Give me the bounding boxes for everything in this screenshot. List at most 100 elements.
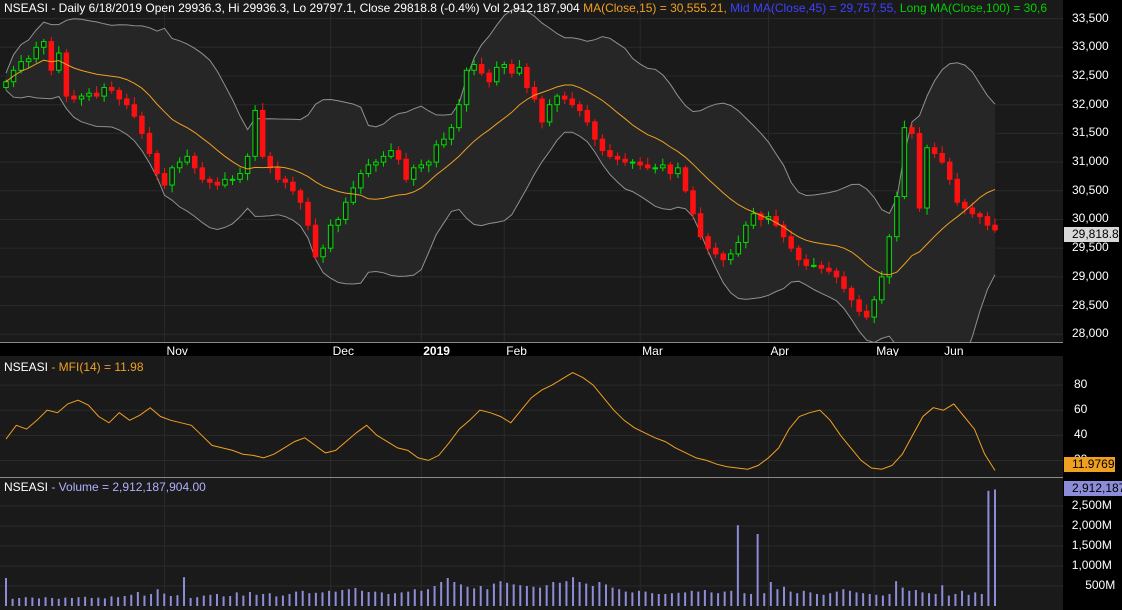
price-tick-label: 31,000 [1072, 154, 1109, 169]
volume-bar [84, 596, 87, 606]
volume-bar [572, 577, 575, 606]
volume-bar [750, 594, 753, 606]
volume-bar [664, 594, 667, 606]
volume-bar [394, 593, 397, 606]
volume-bar [835, 591, 838, 606]
volume-bar [703, 590, 706, 606]
price-tick-label: 30,500 [1072, 182, 1109, 197]
volume-bar [881, 595, 884, 606]
volume-bar [143, 595, 146, 606]
volume-bar [31, 597, 34, 606]
volume-tick-label: 1,500M [1071, 538, 1112, 552]
volume-bar [420, 590, 423, 606]
volume-bar [670, 593, 673, 606]
volume-bar [855, 592, 858, 606]
price-header: NSEASI - Daily 6/18/2019 Open 29936.3, H… [4, 1, 1047, 15]
volume-bar [736, 525, 739, 606]
volume-bar [314, 592, 317, 606]
mfi-pane[interactable] [0, 356, 1063, 477]
price-tick-label: 32,000 [1072, 96, 1109, 111]
volume-bar [183, 577, 186, 606]
candle [463, 67, 470, 112]
volume-bar [407, 591, 410, 606]
mfi-line [5, 372, 996, 471]
volume-bar [169, 596, 172, 606]
volume-bar [954, 594, 957, 606]
price-chart-pane[interactable] [0, 0, 1063, 342]
volume-bar [532, 586, 535, 606]
volume-bar [459, 584, 462, 606]
volume-bar [486, 589, 489, 606]
volume-bar [980, 594, 983, 606]
volume-bar [11, 598, 14, 606]
volume-bar [77, 597, 80, 606]
price-chart[interactable] [0, 0, 1063, 342]
volume-bar [380, 592, 383, 606]
volume-bar [506, 582, 509, 606]
candle [924, 144, 930, 215]
volume-bar [895, 581, 898, 606]
volume-bar [710, 592, 713, 606]
volume-bar [802, 590, 805, 606]
volume-bar [815, 594, 818, 606]
volume-tick-label: 500M [1085, 578, 1116, 592]
volume-bar [934, 594, 937, 606]
volume-bar [229, 596, 232, 606]
volume-bar [499, 581, 502, 606]
volume-bar [440, 582, 443, 606]
volume-bar [248, 592, 251, 606]
volume-pane[interactable] [0, 478, 1063, 610]
volume-bar [347, 589, 350, 606]
volume-bar [631, 592, 634, 606]
volume-bar [361, 590, 364, 606]
volume-bar [558, 582, 561, 606]
volume-bar [64, 597, 67, 606]
volume-bar [743, 593, 746, 606]
volume-bar [585, 583, 588, 606]
volume-bar [974, 592, 977, 606]
candle [682, 165, 689, 194]
volume-bar [756, 534, 759, 606]
volume-bar [123, 596, 126, 606]
volume-last-tag: 2,912,187 [1064, 481, 1122, 496]
volume-bar [525, 586, 528, 606]
volume-bar [512, 584, 515, 606]
volume-bar [697, 591, 700, 606]
volume-bar [262, 594, 265, 606]
volume-bar [18, 598, 21, 606]
volume-value-label: - Volume = 2,912,187,904.00 [48, 480, 206, 494]
volume-bar [545, 585, 548, 606]
volume-bar [875, 594, 878, 606]
volume-bar [868, 594, 871, 606]
volume-bar [189, 598, 192, 606]
price-tick-label: 28,000 [1072, 326, 1109, 341]
volume-bar [255, 594, 258, 606]
mfi-tick-label: 60 [1074, 402, 1088, 417]
price-bottom-rule [0, 342, 1063, 343]
volume-bar [624, 591, 627, 606]
volume-bar [103, 598, 106, 606]
volume-bar [209, 594, 212, 606]
bollinger-band-fill [6, 8, 995, 342]
mfi-chart[interactable] [0, 356, 1063, 477]
price-tick-label: 29,500 [1072, 240, 1109, 255]
volume-bar [70, 598, 73, 606]
volume-bar [130, 594, 133, 606]
volume-bar [684, 592, 687, 606]
volume-bar [723, 591, 726, 606]
volume-bar [776, 589, 779, 606]
volume-bar [783, 586, 786, 606]
volume-bar [604, 584, 607, 606]
volume-bar [914, 590, 917, 606]
volume-tick-label: 1,000M [1071, 558, 1112, 572]
volume-bar [97, 597, 100, 606]
mfi-last-tag: 11.9769 [1064, 457, 1115, 472]
volume-bar [690, 590, 693, 606]
volume-bar [618, 589, 621, 606]
volume-bar [848, 590, 851, 606]
volume-bar [341, 590, 344, 606]
volume-bar [235, 592, 238, 606]
volume-chart[interactable] [0, 478, 1063, 610]
volume-bar [295, 591, 298, 606]
price-tick-label: 33,000 [1072, 39, 1109, 54]
